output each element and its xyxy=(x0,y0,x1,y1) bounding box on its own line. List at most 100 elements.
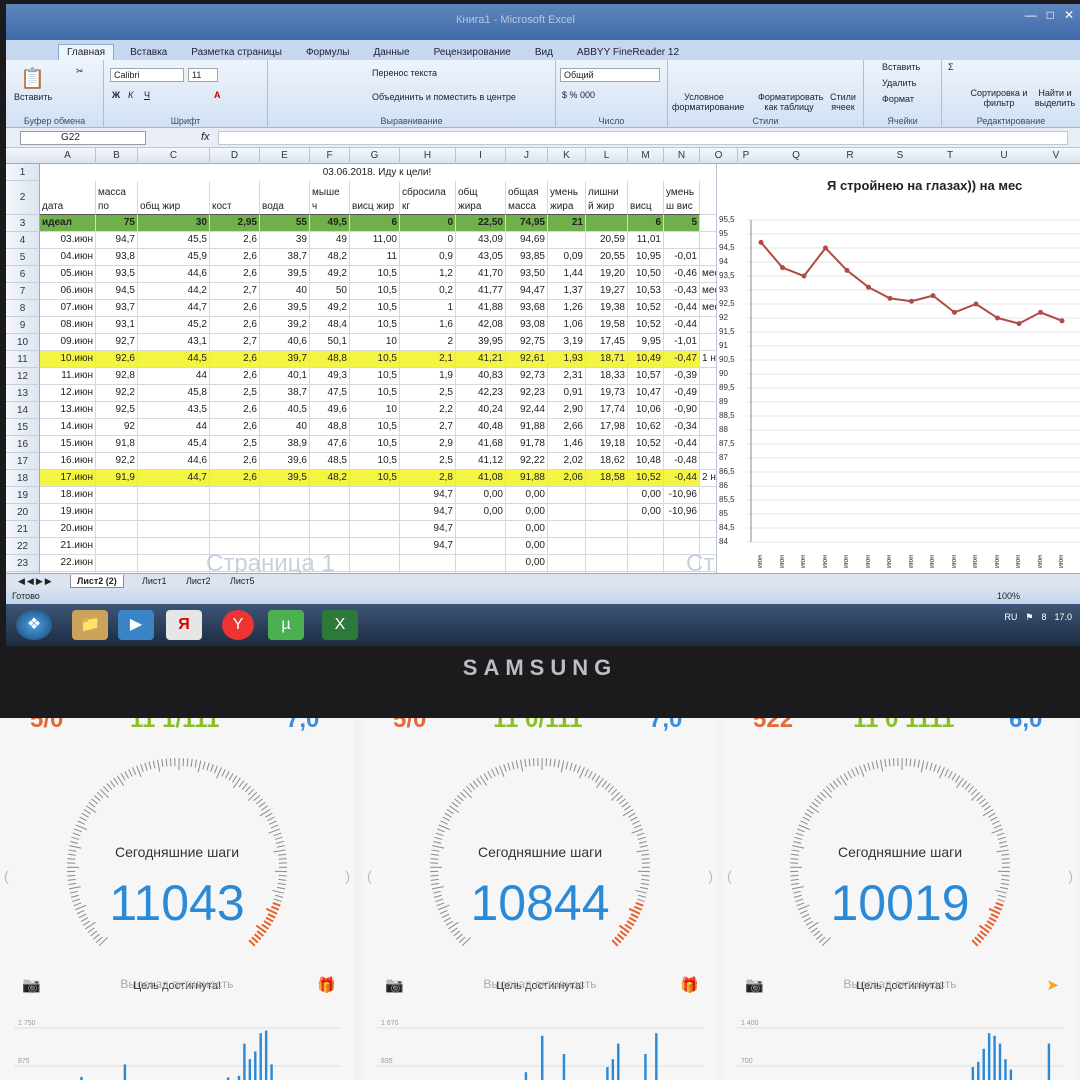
data-cell[interactable]: -0,47 xyxy=(664,351,700,368)
paste-icon[interactable]: 📋 xyxy=(20,66,45,91)
clock-time[interactable]: 8 xyxy=(1041,612,1046,623)
data-cell[interactable] xyxy=(350,521,400,538)
col-header-T[interactable]: T xyxy=(930,148,970,164)
data-cell[interactable] xyxy=(586,504,628,521)
date-cell[interactable]: идеал xyxy=(40,215,96,232)
data-cell[interactable]: 10,5 xyxy=(350,385,400,402)
data-cell[interactable]: -1,01 xyxy=(664,334,700,351)
data-cell[interactable]: 2,7 xyxy=(210,334,260,351)
number-format-select[interactable]: Общий xyxy=(560,68,660,82)
data-cell[interactable]: 1,26 xyxy=(548,300,586,317)
col-header-L[interactable]: L xyxy=(586,148,628,164)
start-button[interactable]: ❖ xyxy=(16,610,52,640)
data-cell[interactable] xyxy=(400,555,456,572)
data-cell[interactable] xyxy=(586,555,628,572)
row-header-12[interactable]: 12 xyxy=(6,368,40,385)
data-cell[interactable]: 0,00 xyxy=(506,555,548,572)
data-cell[interactable]: 10,5 xyxy=(350,436,400,453)
data-cell[interactable]: 91,8 xyxy=(96,436,138,453)
insert-cells-button[interactable]: Вставить xyxy=(882,62,920,72)
date-cell[interactable]: 04.июн xyxy=(40,249,96,266)
data-cell[interactable]: 2,6 xyxy=(210,402,260,419)
data-cell[interactable]: 92,7 xyxy=(96,334,138,351)
row-header-5[interactable]: 5 xyxy=(6,249,40,266)
data-cell[interactable]: 5 xyxy=(664,215,700,232)
find-select-button[interactable]: Найти и выделить xyxy=(1032,88,1078,108)
date-cell[interactable]: 15.июн xyxy=(40,436,96,453)
data-cell[interactable]: 49 xyxy=(310,232,350,249)
send-icon[interactable]: ➤ xyxy=(1046,976,1059,994)
data-cell[interactable]: 17,45 xyxy=(586,334,628,351)
data-cell[interactable]: 20,55 xyxy=(586,249,628,266)
data-cell[interactable] xyxy=(548,504,586,521)
data-cell[interactable]: 6 xyxy=(628,215,664,232)
data-cell[interactable]: 75 xyxy=(96,215,138,232)
col-header-U[interactable]: U xyxy=(984,148,1024,164)
data-cell[interactable] xyxy=(456,555,506,572)
data-cell[interactable] xyxy=(586,215,628,232)
data-cell[interactable]: 11,00 xyxy=(350,232,400,249)
conditional-format-button[interactable]: Условное форматирование xyxy=(672,92,744,112)
left-nav-arrow-icon[interactable]: ( xyxy=(4,868,9,884)
data-cell[interactable]: 2,9 xyxy=(400,436,456,453)
data-cell[interactable]: 0,91 xyxy=(548,385,586,402)
date-cell[interactable]: 06.июн xyxy=(40,283,96,300)
left-nav-arrow-icon[interactable]: ( xyxy=(367,868,372,884)
data-cell[interactable]: 10,06 xyxy=(628,402,664,419)
ribbon-tab-1[interactable]: Вставка xyxy=(122,45,175,60)
col-header-D[interactable]: D xyxy=(210,148,260,164)
data-cell[interactable]: 49,2 xyxy=(310,300,350,317)
explorer-icon[interactable]: 📁 xyxy=(72,610,108,640)
data-cell[interactable]: 2,2 xyxy=(400,402,456,419)
data-cell[interactable] xyxy=(664,521,700,538)
format-cells-button[interactable]: Формат xyxy=(882,94,914,104)
date-cell[interactable]: 19.июн xyxy=(40,504,96,521)
data-cell[interactable]: 41,21 xyxy=(456,351,506,368)
data-cell[interactable]: 1,44 xyxy=(548,266,586,283)
data-cell[interactable]: 10,5 xyxy=(350,317,400,334)
row-header-17[interactable]: 17 xyxy=(6,453,40,470)
col-header-S[interactable]: S xyxy=(880,148,920,164)
data-cell[interactable]: 44 xyxy=(138,368,210,385)
header-cell[interactable]: сбросила кг xyxy=(400,181,456,215)
data-cell[interactable]: -0,39 xyxy=(664,368,700,385)
data-cell[interactable] xyxy=(586,521,628,538)
gift-icon[interactable]: 🎁 xyxy=(317,976,336,994)
data-cell[interactable]: 93,08 xyxy=(506,317,548,334)
data-cell[interactable]: 43,1 xyxy=(138,334,210,351)
data-cell[interactable]: 10 xyxy=(350,334,400,351)
data-cell[interactable] xyxy=(260,487,310,504)
col-header-J[interactable]: J xyxy=(506,148,548,164)
data-cell[interactable]: 40 xyxy=(260,283,310,300)
row-header-19[interactable]: 19 xyxy=(6,487,40,504)
data-cell[interactable]: 30 xyxy=(138,215,210,232)
data-cell[interactable]: 10,57 xyxy=(628,368,664,385)
date-cell[interactable]: 17.июн xyxy=(40,470,96,487)
data-cell[interactable]: 92,75 xyxy=(506,334,548,351)
data-cell[interactable]: 0,00 xyxy=(456,504,506,521)
data-cell[interactable]: 19,18 xyxy=(586,436,628,453)
data-cell[interactable]: 39,5 xyxy=(260,470,310,487)
data-cell[interactable]: 45,8 xyxy=(138,385,210,402)
data-cell[interactable]: 48,2 xyxy=(310,470,350,487)
right-nav-arrow-icon[interactable]: ) xyxy=(708,868,713,884)
data-cell[interactable]: 10 xyxy=(350,402,400,419)
data-cell[interactable]: 93,5 xyxy=(96,266,138,283)
data-cell[interactable]: 1,93 xyxy=(548,351,586,368)
data-cell[interactable]: 10,5 xyxy=(350,470,400,487)
data-cell[interactable]: 10,5 xyxy=(350,300,400,317)
data-cell[interactable]: 1,6 xyxy=(400,317,456,334)
data-cell[interactable] xyxy=(548,487,586,504)
data-cell[interactable]: 93,85 xyxy=(506,249,548,266)
data-cell[interactable]: 48,8 xyxy=(310,419,350,436)
row-header-16[interactable]: 16 xyxy=(6,436,40,453)
data-cell[interactable]: 49,5 xyxy=(310,215,350,232)
row-header-8[interactable]: 8 xyxy=(6,300,40,317)
data-cell[interactable]: 18,71 xyxy=(586,351,628,368)
weight-chart[interactable]: Я стройнею на глазах)) на мес 95,5 95 94,5… xyxy=(716,164,1080,573)
data-cell[interactable]: 92,5 xyxy=(96,402,138,419)
flag-icon[interactable]: ⚑ xyxy=(1025,612,1033,623)
data-cell[interactable]: 19,73 xyxy=(586,385,628,402)
sheet-tab-3[interactable]: Лист5 xyxy=(224,575,261,587)
clock-date[interactable]: 17.0 xyxy=(1054,612,1072,623)
